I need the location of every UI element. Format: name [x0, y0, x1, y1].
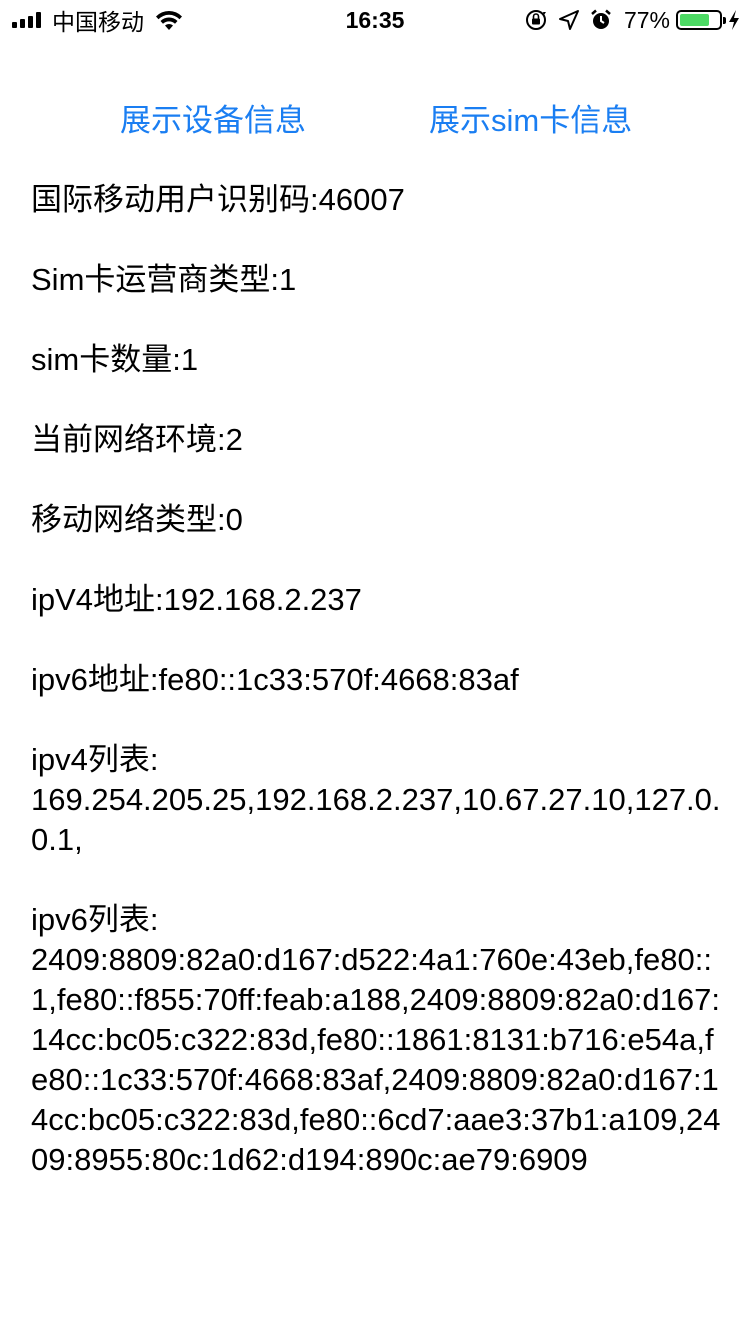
ipv6-address-label: ipv6地址:fe80::1c33:570f:4668:83af — [31, 662, 519, 697]
alarm-icon — [591, 9, 611, 29]
ipv6-list-label: ipv6列表: — [31, 902, 159, 937]
ipv6-list-block: ipv6列表: 2409:8809:82a0:d167:d522:4a1:760… — [31, 900, 721, 1180]
network-env-label: 当前网络环境:2 — [31, 422, 243, 457]
location-icon — [558, 10, 579, 30]
charging-icon — [729, 10, 739, 30]
battery-percent: 77% — [623, 6, 670, 33]
ipv6-list-value: 2409:8809:82a0:d167:d522:4a1:760e:43eb,f… — [31, 942, 721, 1177]
mobile-network-type-label: 移动网络类型:0 — [31, 502, 243, 537]
battery-icon — [676, 10, 726, 30]
imsi-label: 国际移动用户识别码:46007 — [31, 182, 405, 217]
status-right: 77% — [514, 6, 740, 34]
battery-fill — [680, 14, 709, 26]
info-tab-row: 展示设备信息 展示sim卡信息 — [0, 98, 750, 144]
ipv4-list-block: ipv4列表: 169.254.205.25,192.168.2.237,10.… — [31, 740, 721, 860]
battery-nub — [723, 17, 726, 24]
sim-count-label: sim卡数量:1 — [31, 342, 199, 377]
rotation-lock-icon — [525, 10, 546, 30]
show-sim-info-button[interactable]: 展示sim卡信息 — [429, 98, 632, 144]
carrier-type-label: Sim卡运营商类型:1 — [31, 262, 297, 297]
sim-info-list: 国际移动用户识别码:46007 Sim卡运营商类型:1 sim卡数量:1 当前网… — [31, 180, 721, 1298]
show-device-info-button[interactable]: 展示设备信息 — [120, 98, 306, 144]
status-bar: 中国移动 16:35 77% — [0, 0, 750, 40]
ipv4-list-label: ipv4列表: — [31, 742, 159, 777]
ipv4-address-label: ipV4地址:192.168.2.237 — [31, 582, 362, 617]
ipv4-list-value: 169.254.205.25,192.168.2.237,10.67.27.10… — [31, 782, 721, 857]
